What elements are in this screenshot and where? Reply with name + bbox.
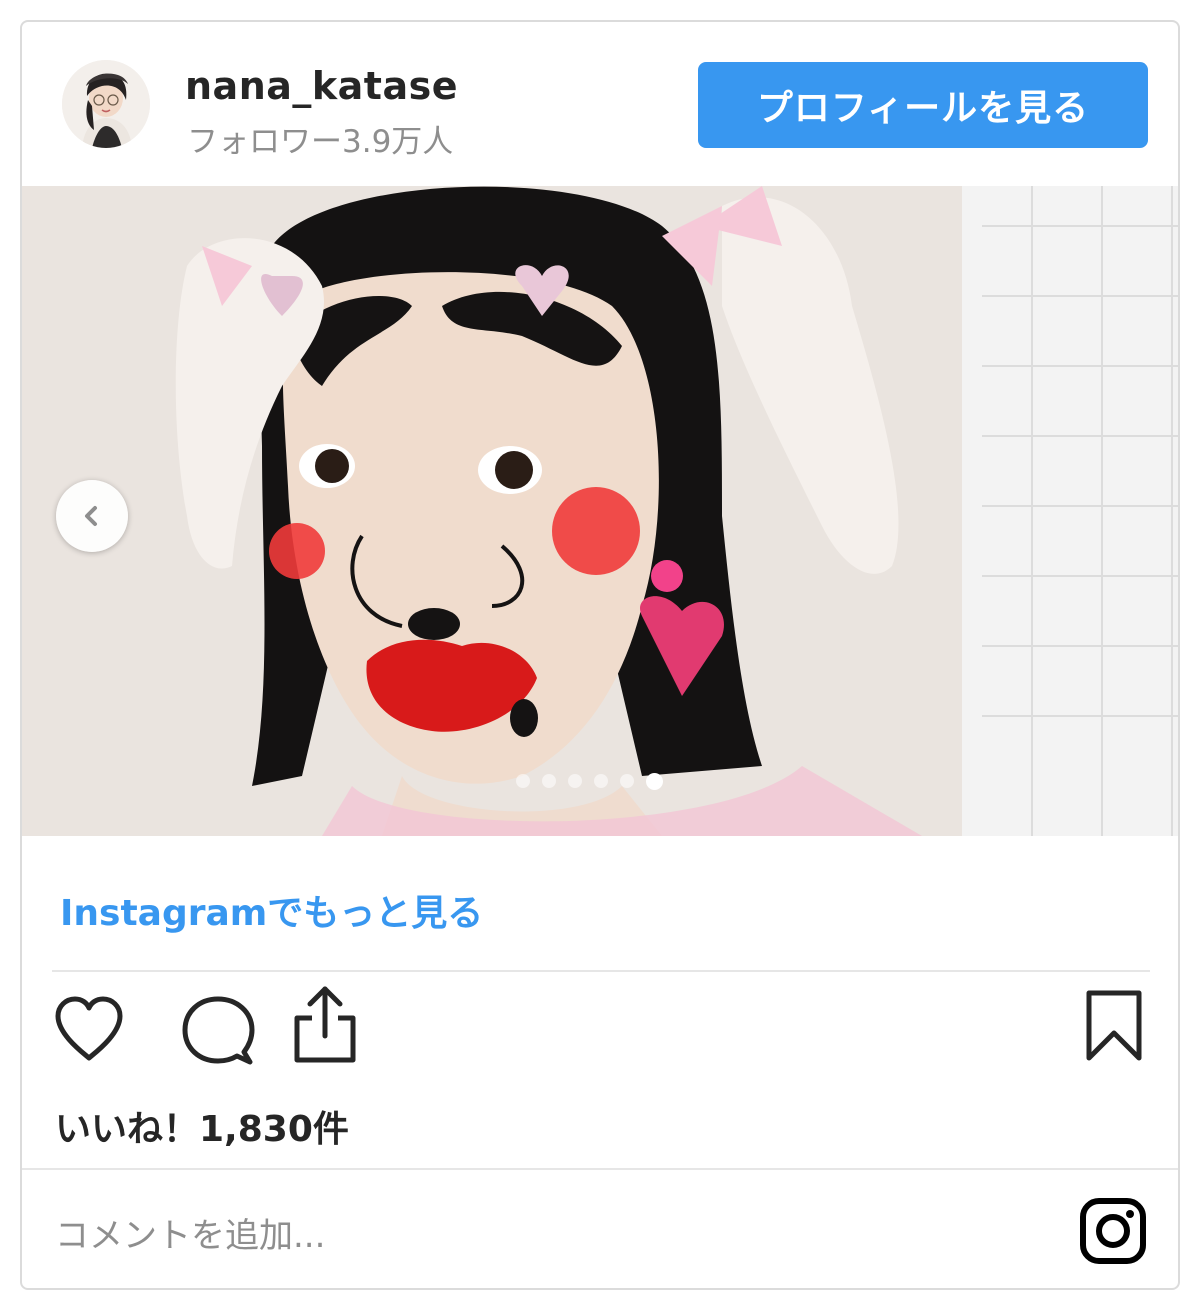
carousel-prev-button[interactable] <box>56 480 128 552</box>
post-photo[interactable] <box>22 186 1178 836</box>
carousel-dot <box>594 774 608 788</box>
action-bar <box>22 984 1178 1084</box>
view-profile-button[interactable]: プロフィールを見る <box>698 62 1148 148</box>
comment-bubble-icon[interactable] <box>180 994 256 1070</box>
carousel-dot <box>568 774 582 788</box>
follower-count: フォロワー3.9万人 <box>187 124 454 160</box>
carousel-dot-active <box>646 773 663 790</box>
bookmark-icon[interactable] <box>1084 988 1144 1064</box>
comment-input[interactable]: コメントを追加... <box>55 1208 325 1257</box>
carousel-dot <box>620 774 634 788</box>
post-header: nana_katase フォロワー3.9万人 プロフィールを見る <box>22 22 1178 186</box>
username[interactable]: nana_katase <box>185 64 458 108</box>
carousel-dot <box>516 774 530 788</box>
divider <box>22 1168 1178 1170</box>
instagram-icon[interactable] <box>1078 1196 1148 1266</box>
carousel-indicator <box>516 773 663 790</box>
chevron-left-icon <box>85 506 97 526</box>
view-more-on-instagram-link[interactable]: Instagramでもっと見る <box>60 884 483 936</box>
carousel-dot <box>542 774 556 788</box>
share-icon[interactable] <box>292 984 358 1064</box>
instagram-embed-card: nana_katase フォロワー3.9万人 プロフィールを見る Instagr… <box>20 20 1180 1290</box>
avatar[interactable] <box>62 60 150 148</box>
heart-icon[interactable] <box>52 994 126 1064</box>
divider <box>52 970 1150 972</box>
like-count[interactable]: いいね！1,830件 <box>55 1100 349 1152</box>
